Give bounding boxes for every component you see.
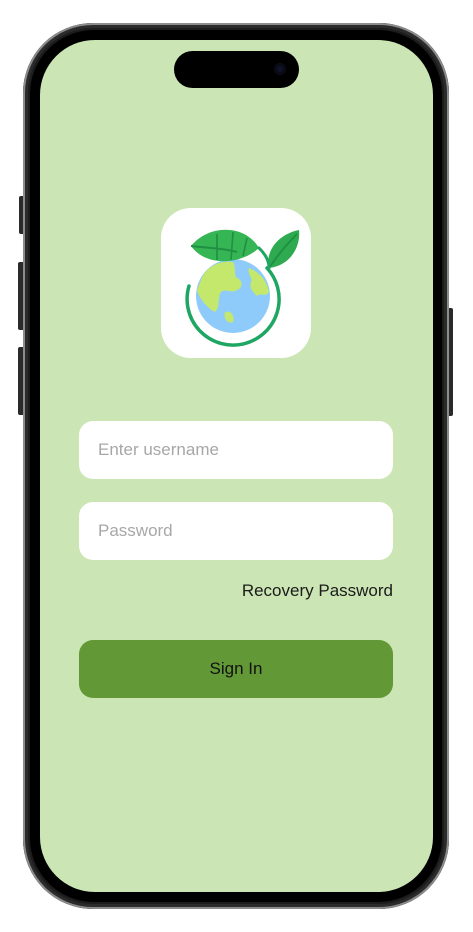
front-camera [274, 63, 286, 75]
recovery-password-link[interactable]: Recovery Password [242, 581, 393, 601]
password-field[interactable] [79, 502, 393, 560]
username-input[interactable] [79, 421, 393, 479]
sign-in-button[interactable]: Sign In [79, 640, 393, 698]
password-input[interactable] [79, 502, 393, 560]
username-field[interactable] [79, 421, 393, 479]
earth-with-leaves-icon [185, 229, 300, 347]
device-stage: Recovery Password Sign In [0, 0, 473, 932]
dynamic-island [174, 51, 299, 88]
login-screen: Recovery Password Sign In [40, 40, 433, 892]
app-logo [161, 208, 311, 358]
